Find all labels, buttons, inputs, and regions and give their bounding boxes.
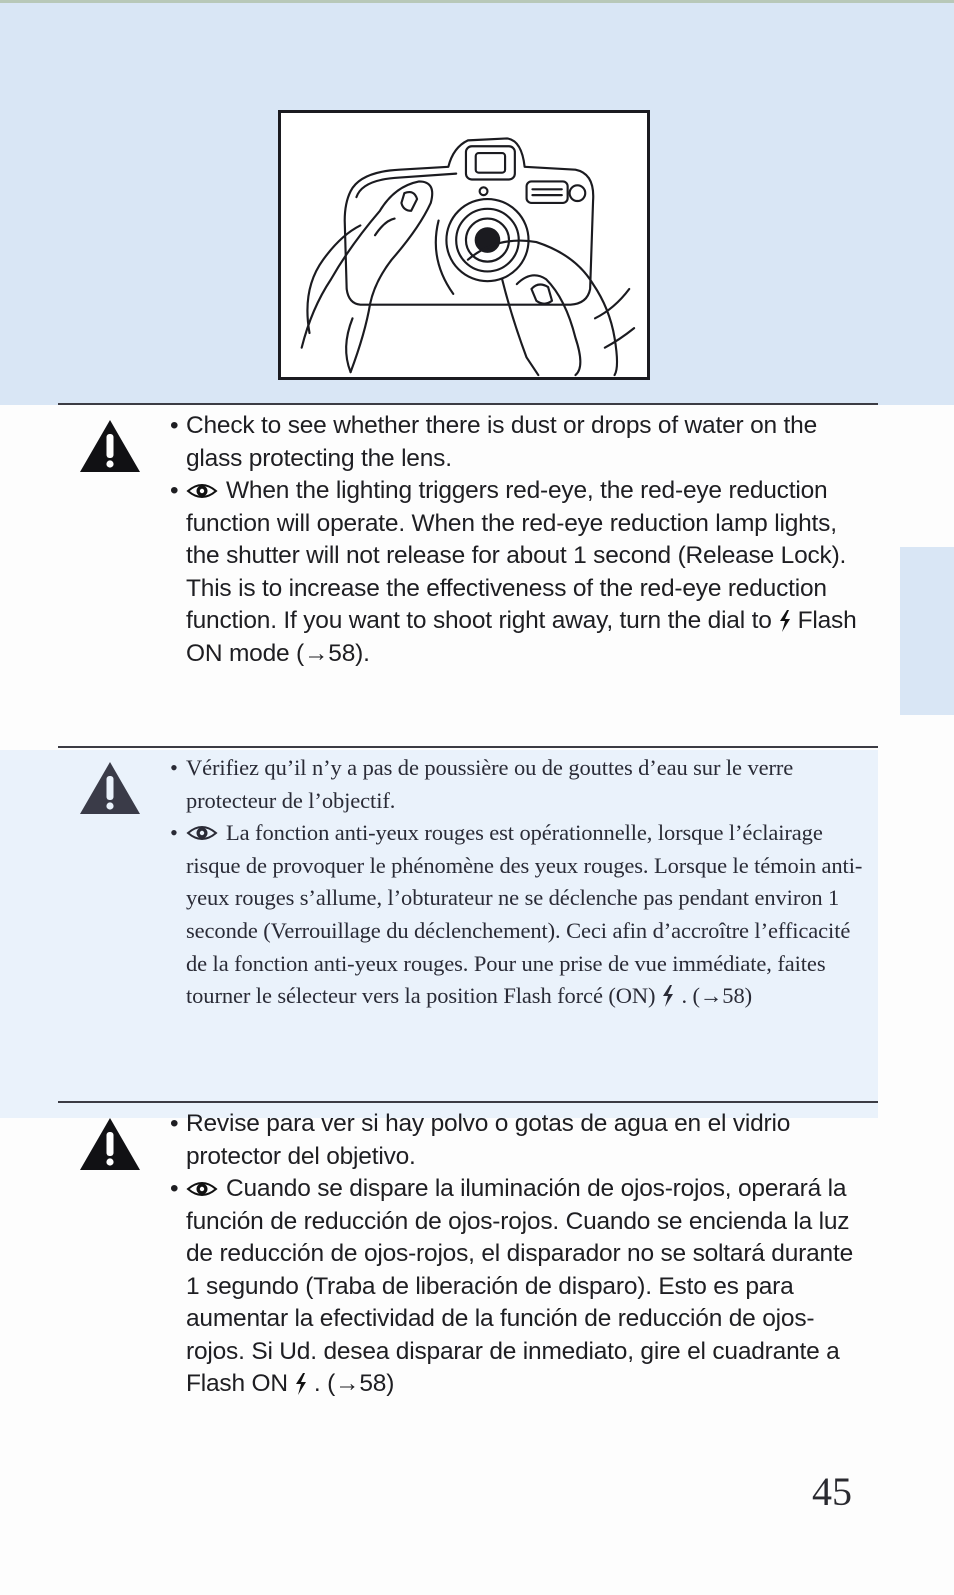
warning-triangle-icon (78, 1116, 142, 1172)
section-divider (58, 746, 878, 748)
section-thumb-tab (900, 547, 954, 715)
camera-lens-cleaning-illustration (278, 110, 650, 380)
note-text: . (→58) (313, 1370, 395, 1397)
section-divider (58, 1101, 878, 1103)
note-text: La fonction anti-yeux rouges est opérati… (186, 820, 863, 1009)
spanish-notes-list: Revise para ver si hay polvo o gotas de … (170, 1108, 870, 1401)
note-text: Cuando se dispare la iluminación de ojos… (186, 1175, 854, 1397)
note-item: Vérifiez qu’il n’y a pas de poussière ou… (170, 752, 870, 817)
note-text: Vérifiez qu’il n’y a pas de poussière ou… (186, 755, 794, 813)
english-notes-list: Check to see whether there is dust or dr… (170, 410, 870, 670)
flash-on-icon (779, 610, 790, 632)
note-item: When the lighting triggers red-eye, the … (170, 475, 870, 670)
note-text: . (→58) (681, 983, 752, 1009)
red-eye-reduction-icon (186, 484, 218, 498)
note-item: La fonction anti-yeux rouges est opérati… (170, 817, 870, 1013)
red-eye-reduction-icon (186, 826, 218, 841)
note-text: Revise para ver si hay polvo o gotas de … (186, 1110, 791, 1170)
note-item: Check to see whether there is dust or dr… (170, 410, 870, 475)
note-text: Check to see whether there is dust or dr… (186, 412, 817, 472)
page-number: 45 (812, 1469, 852, 1514)
flash-on-icon (663, 985, 674, 1008)
page-top-edge (0, 0, 954, 3)
warning-triangle-icon (78, 760, 142, 816)
note-item: Revise para ver si hay polvo o gotas de … (170, 1108, 870, 1173)
warning-triangle-icon (78, 418, 142, 474)
section-divider (58, 403, 878, 405)
red-eye-reduction-icon (186, 1182, 218, 1196)
note-text: When the lighting triggers red-eye, the … (186, 477, 847, 634)
flash-on-icon (295, 1373, 306, 1395)
note-item: Cuando se dispare la iluminación de ojos… (170, 1173, 870, 1401)
french-notes-list: Vérifiez qu’il n’y a pas de poussière ou… (170, 752, 870, 1013)
